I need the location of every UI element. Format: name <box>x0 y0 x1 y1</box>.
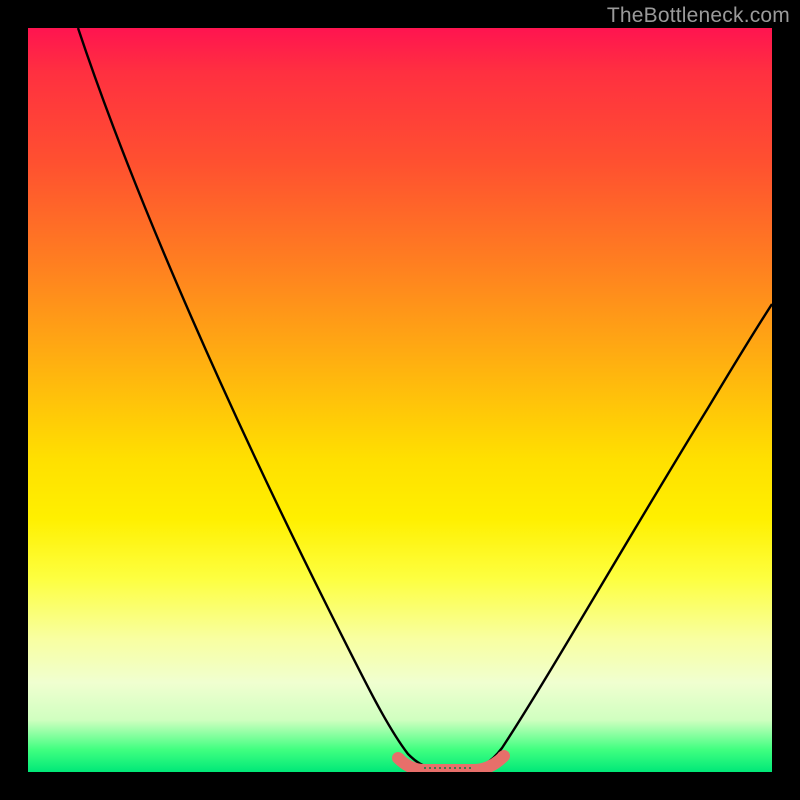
bottleneck-curve <box>28 28 772 772</box>
chart-plot-area <box>28 28 772 772</box>
watermark-text: TheBottleneck.com <box>607 4 790 28</box>
chart-frame: TheBottleneck.com <box>0 0 800 800</box>
curve-path <box>78 28 772 768</box>
marker-dot <box>497 751 507 761</box>
marker-dot <box>395 753 405 763</box>
